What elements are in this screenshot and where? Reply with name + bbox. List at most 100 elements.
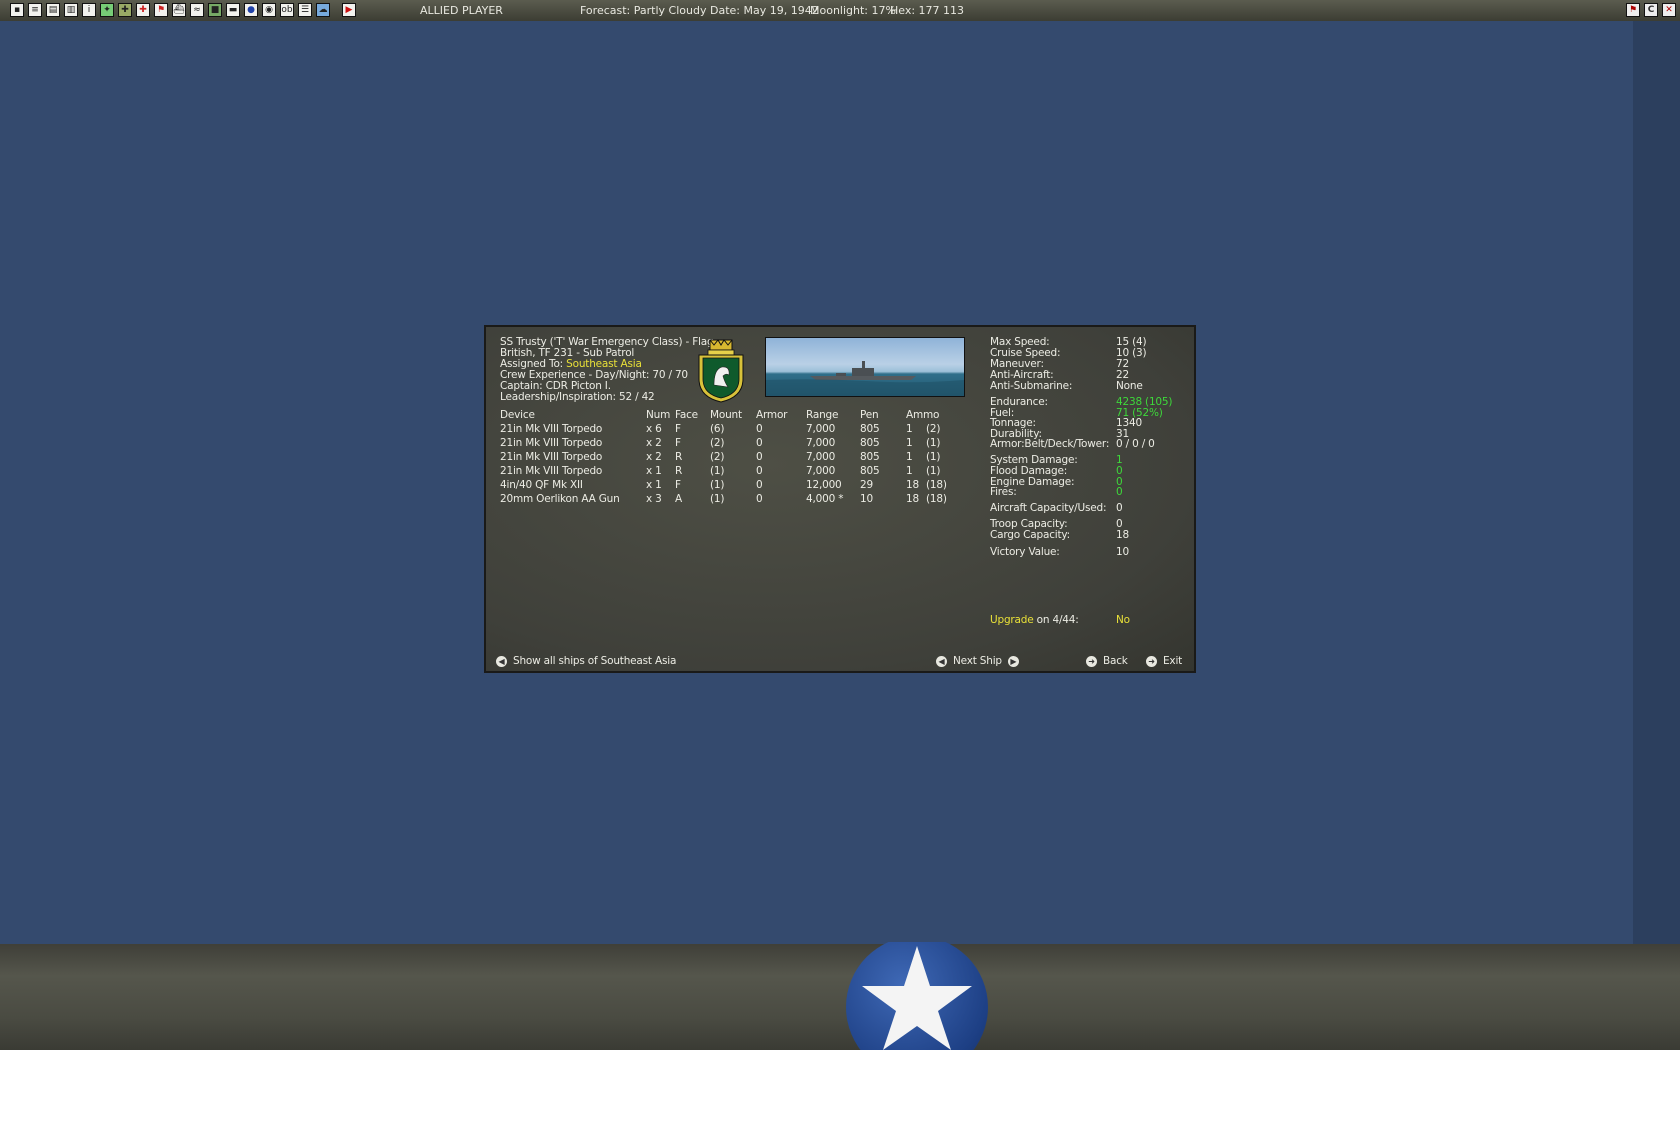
device-cell: (2) <box>710 451 725 463</box>
device-header-device: Device <box>500 409 535 421</box>
report-icon[interactable]: ≡ <box>28 3 42 17</box>
stat-label: Anti-Submarine: <box>990 380 1073 392</box>
stat-label: Aircraft Capacity/Used: <box>990 502 1107 514</box>
device-cell: A <box>675 493 682 505</box>
device-cell: 1 <box>906 423 913 435</box>
stat-value: 0 <box>1116 502 1123 514</box>
exit-button[interactable]: ➜ Exit <box>1146 655 1182 667</box>
upgrade-value: No <box>1116 614 1130 626</box>
flag-small-icon[interactable]: ⚑ <box>1626 3 1640 17</box>
next-ship-icon[interactable]: ▶ <box>1007 655 1019 667</box>
device-cell: (1) <box>710 465 725 477</box>
ground-unit-icon[interactable]: ■ <box>208 3 222 17</box>
device-name[interactable]: 21in Mk VIII Torpedo <box>500 452 602 463</box>
save-icon[interactable]: ▪ <box>10 3 24 17</box>
device-cell: 1 <box>906 465 913 477</box>
device-cell: 1 <box>906 451 913 463</box>
weather-icon[interactable]: ☁ <box>316 3 330 17</box>
info-icon[interactable]: i <box>82 3 96 17</box>
device-cell: 7,000 <box>806 451 836 463</box>
reports-list-icon[interactable]: ▤ <box>46 3 60 17</box>
flag-icon[interactable]: ⚑ <box>154 3 168 17</box>
device-header-range: Range <box>806 409 839 421</box>
stat-label: Armor:Belt/Deck/Tower: <box>990 438 1110 450</box>
moonlight-label: Moonlight: 17% <box>810 4 896 17</box>
calendar-icon[interactable]: C <box>1644 3 1658 17</box>
device-cell: R <box>675 465 683 477</box>
show-all-ships-button[interactable]: ◀ Show all ships of Southeast Asia <box>496 655 676 667</box>
back-arrow-icon: ➜ <box>1086 655 1097 667</box>
device-header-armor: Armor <box>756 409 788 421</box>
device-cell: (18) <box>926 493 947 505</box>
window-controls: ⚑ C ✕ <box>1626 3 1676 17</box>
device-cell: (18) <box>926 479 947 491</box>
device-cell: F <box>675 479 681 491</box>
base-icon[interactable]: ✚ <box>118 3 132 17</box>
leadership: Leadership/Inspiration: 52 / 42 <box>500 391 655 403</box>
stat-value: 0 <box>1116 486 1123 498</box>
player-label: ALLIED PLAYER <box>420 4 503 17</box>
map-scrollbar[interactable] <box>1633 21 1680 944</box>
ship-icon[interactable]: ⛴ <box>172 3 186 17</box>
device-name[interactable]: 4in/40 QF Mk XII <box>500 480 583 491</box>
device-cell: 12,000 <box>806 479 842 491</box>
intel-icon[interactable]: ◉ <box>262 3 276 17</box>
device-cell: (1) <box>710 479 725 491</box>
upgrade-row: Upgrade on 4/44: <box>990 615 1079 626</box>
printer-icon[interactable]: ▥ <box>64 3 78 17</box>
device-cell: 29 <box>860 479 873 491</box>
back-button[interactable]: ➜ Back <box>1086 655 1128 667</box>
forecast-label: Forecast: Partly Cloudy <box>580 4 707 17</box>
device-cell: x 3 <box>646 493 662 505</box>
device-cell: x 6 <box>646 423 662 435</box>
device-name[interactable]: 21in Mk VIII Torpedo <box>500 438 602 449</box>
stat-label: Cargo Capacity: <box>990 529 1070 541</box>
convoy-icon[interactable]: ▬ <box>226 3 240 17</box>
date-label: Date: May 19, 1942 <box>710 4 819 17</box>
list-icon[interactable]: ☰ <box>298 3 312 17</box>
device-header-face: Face <box>675 409 698 421</box>
device-cell: 10 <box>860 493 873 505</box>
next-ship-button[interactable]: ◀ Next Ship ▶ <box>936 655 1019 667</box>
air-unit-icon[interactable]: ✦ <box>100 3 114 17</box>
upgrade-label[interactable]: Upgrade <box>990 614 1034 626</box>
ship-picture <box>765 337 965 397</box>
device-name[interactable]: 21in Mk VIII Torpedo <box>500 424 602 435</box>
close-icon[interactable]: ✕ <box>1662 3 1676 17</box>
device-cell: 805 <box>860 423 880 435</box>
back-label: Back <box>1103 655 1128 667</box>
exit-label: Exit <box>1163 655 1183 667</box>
medical-cross-icon[interactable]: ✚ <box>136 3 150 17</box>
device-cell: R <box>675 451 683 463</box>
device-cell: 805 <box>860 437 880 449</box>
show-all-ships-label: Show all ships of Southeast Asia <box>513 655 677 667</box>
device-cell: (6) <box>710 423 725 435</box>
stat-value: None <box>1116 380 1143 392</box>
device-cell: (1) <box>926 465 941 477</box>
hex-label: Hex: 177 113 <box>890 4 965 17</box>
device-cell: F <box>675 423 681 435</box>
device-cell: x 2 <box>646 437 662 449</box>
device-cell: 1 <box>906 437 913 449</box>
device-cell: 805 <box>860 451 880 463</box>
previous-ship-icon[interactable]: ◀ <box>936 655 947 667</box>
device-cell: (2) <box>926 423 941 435</box>
order-of-battle-icon[interactable]: ob <box>280 3 294 17</box>
allied-star-roundel-icon <box>846 942 988 1050</box>
device-cell: 0 <box>756 451 763 463</box>
stat-label: Fires: <box>990 486 1017 498</box>
device-cell: 0 <box>756 465 763 477</box>
globe-icon[interactable]: ● <box>244 3 258 17</box>
task-force-icon[interactable]: ≈ <box>190 3 204 17</box>
device-cell: (1) <box>926 437 941 449</box>
next-ship-label: Next Ship <box>953 655 1002 667</box>
stat-label: Victory Value: <box>990 546 1060 558</box>
device-cell: F <box>675 437 681 449</box>
end-turn-icon[interactable]: ▶ <box>342 3 356 17</box>
device-header-ammo: Ammo <box>906 409 940 421</box>
device-name[interactable]: 20mm Oerlikon AA Gun <box>500 494 620 505</box>
device-cell: 0 <box>756 437 763 449</box>
device-header-mount: Mount <box>710 409 742 421</box>
device-name[interactable]: 21in Mk VIII Torpedo <box>500 466 602 477</box>
device-cell: 4,000 * <box>806 493 844 505</box>
